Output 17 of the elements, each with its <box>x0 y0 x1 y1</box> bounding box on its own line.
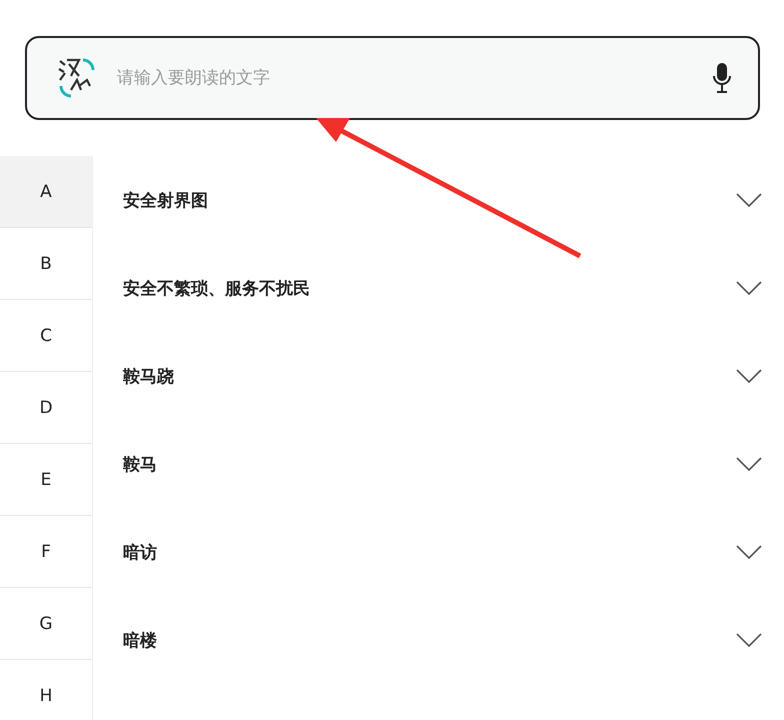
search-input[interactable]: 请输入要朗读的文字 <box>115 67 694 89</box>
entry-title[interactable]: 暗访 <box>123 540 157 564</box>
translate-icon[interactable] <box>57 56 97 100</box>
chevron-icon[interactable] <box>736 545 762 559</box>
chevron-icon[interactable] <box>736 193 762 207</box>
chevron-icon[interactable] <box>736 457 762 471</box>
chevron-icon[interactable] <box>736 633 762 647</box>
microphone-icon[interactable] <box>712 62 732 94</box>
entry-title[interactable]: 安全不繁琐、服务不扰民 <box>123 276 310 300</box>
entry-title[interactable]: 暗楼 <box>123 628 157 652</box>
chevron-icon[interactable] <box>736 281 762 295</box>
chevron-icon[interactable] <box>736 369 762 383</box>
entry-title[interactable]: 安全射界图 <box>123 188 208 212</box>
entry-title[interactable]: 鞍马 <box>123 452 157 476</box>
entry-title[interactable]: 鞍马跷 <box>123 364 174 388</box>
search-field[interactable]: 请输入要朗读的文字 <box>25 36 760 120</box>
index-letter[interactable]: A <box>0 156 92 228</box>
